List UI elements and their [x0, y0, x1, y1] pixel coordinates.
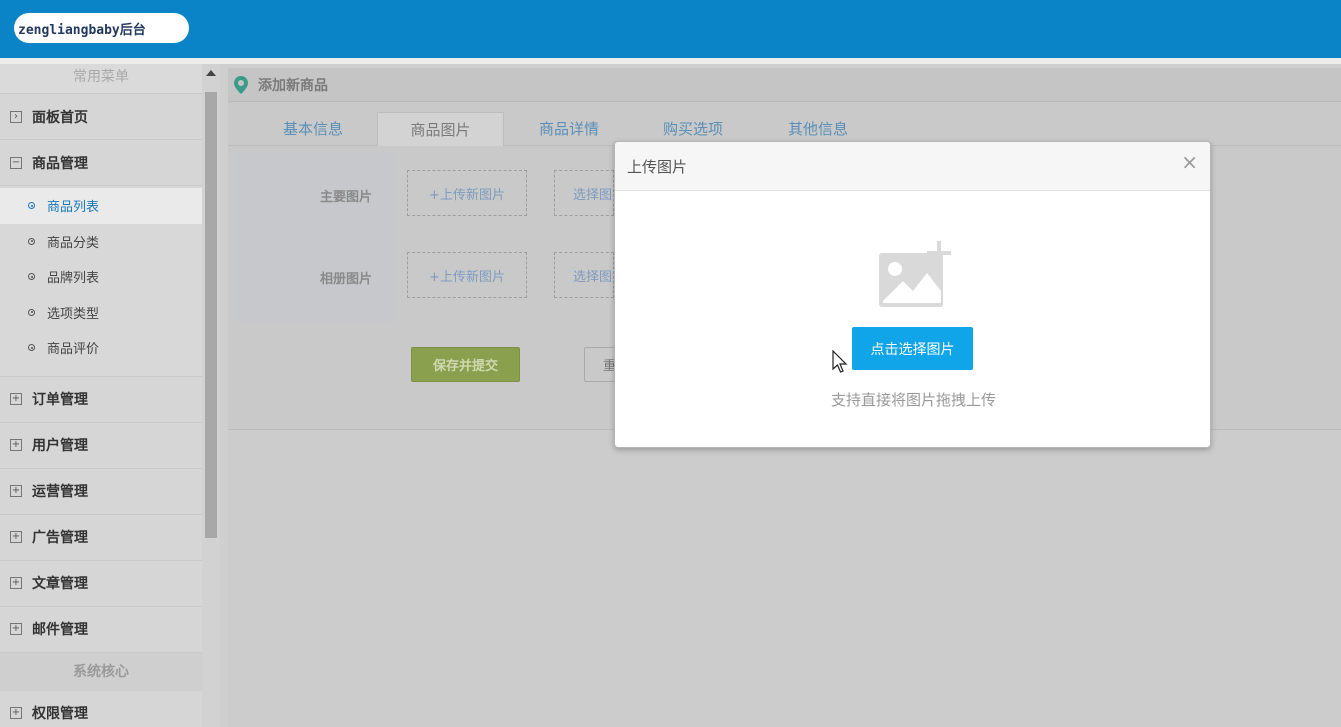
- tab-basic-info[interactable]: 基本信息: [258, 112, 368, 146]
- sidebar-item-permissions[interactable]: + 权限管理: [0, 690, 202, 727]
- submenu-item-product-list[interactable]: 商品列表: [0, 188, 202, 224]
- sidebar-item-label: 权限管理: [32, 706, 88, 722]
- sidebar-item-users[interactable]: + 用户管理: [0, 422, 202, 469]
- bullet-icon: [28, 273, 35, 281]
- select-main-image-button[interactable]: 选择图: [554, 170, 614, 216]
- select-gallery-image-button[interactable]: 选择图: [554, 252, 614, 298]
- bullet-icon: [28, 344, 35, 352]
- sidebar-item-orders[interactable]: + 订单管理: [0, 376, 202, 423]
- close-icon[interactable]: ×: [1181, 152, 1198, 172]
- modal-header: 上传图片 ×: [615, 142, 1210, 191]
- sidebar-item-label: 广告管理: [32, 530, 88, 546]
- submenu-item-option-type[interactable]: 选项类型: [0, 295, 202, 331]
- collapse-box-icon: −: [10, 156, 22, 169]
- plus-box-icon: +: [10, 439, 22, 451]
- sidebar-title: 常用菜单: [0, 64, 202, 94]
- sidebar-item-articles[interactable]: + 文章管理: [0, 560, 202, 607]
- save-submit-button[interactable]: 保存并提交: [411, 347, 520, 382]
- products-submenu: 商品列表 商品分类 品牌列表 选项类型 商品评价: [0, 186, 202, 377]
- top-header: zengliangbaby后台: [0, 0, 1341, 58]
- sidebar-item-dashboard[interactable]: › 面板首页: [0, 94, 202, 140]
- sidebar-item-label: 邮件管理: [32, 622, 88, 638]
- sidebar-item-label: 用户管理: [32, 438, 88, 454]
- drag-drop-hint: 支持直接将图片拖拽上传: [830, 391, 996, 409]
- submenu-item-category[interactable]: 商品分类: [0, 224, 202, 260]
- plus-box-icon: +: [10, 707, 22, 719]
- sidebar-section-title: 系统核心: [0, 652, 202, 691]
- bullet-icon: [28, 202, 35, 210]
- main-image-label: 主要图片: [320, 190, 373, 205]
- sidebar: 常用菜单 › 面板首页 − 商品管理 商品列表 商品分类 品牌列表 选项类型 商…: [0, 64, 220, 727]
- scroll-up-arrow-icon[interactable]: [206, 70, 216, 76]
- sidebar-item-label: 订单管理: [32, 392, 88, 408]
- expand-box-icon: ›: [10, 110, 22, 123]
- submenu-label: 商品分类: [47, 235, 100, 251]
- mouse-cursor-icon: [832, 350, 848, 373]
- submenu-label: 品牌列表: [47, 271, 100, 287]
- submenu-label: 选项类型: [47, 306, 100, 322]
- sidebar-item-operations[interactable]: + 运营管理: [0, 468, 202, 515]
- plus-box-icon: +: [10, 577, 22, 589]
- submenu-item-reviews[interactable]: 商品评价: [0, 330, 202, 366]
- modal-title: 上传图片: [627, 157, 688, 176]
- sidebar-item-products[interactable]: − 商品管理: [0, 140, 202, 186]
- upload-main-image-button[interactable]: +上传新图片: [407, 170, 527, 216]
- plus-box-icon: +: [10, 393, 22, 405]
- sidebar-item-mail[interactable]: + 邮件管理: [0, 606, 202, 653]
- tab-product-details[interactable]: 商品详情: [514, 112, 624, 146]
- scrollbar-thumb[interactable]: [205, 92, 217, 538]
- gallery-image-label: 相册图片: [320, 272, 373, 287]
- sidebar-scrollbar[interactable]: [202, 64, 220, 727]
- bullet-icon: [28, 237, 35, 245]
- breadcrumb: 添加新商品: [228, 68, 1341, 102]
- upload-image-modal: 上传图片 × 点击选择图片 支持直接将图片拖拽上传: [614, 141, 1211, 448]
- sidebar-menu: 常用菜单 › 面板首页 − 商品管理 商品列表 商品分类 品牌列表 选项类型 商…: [0, 64, 202, 727]
- tab-product-images[interactable]: 商品图片: [377, 112, 504, 146]
- sidebar-item-ads[interactable]: + 广告管理: [0, 514, 202, 561]
- submenu-label: 商品列表: [47, 200, 100, 216]
- submenu-label: 商品评价: [47, 342, 100, 358]
- label-column-bg: [236, 152, 396, 322]
- sidebar-item-label: 文章管理: [32, 576, 88, 592]
- sidebar-item-label: 运营管理: [32, 484, 88, 500]
- sidebar-item-label: 面板首页: [32, 109, 88, 126]
- bullet-icon: [28, 308, 35, 316]
- sidebar-item-label: 商品管理: [32, 155, 88, 172]
- page-title: 添加新商品: [258, 77, 328, 94]
- add-image-icon: [879, 241, 951, 307]
- upload-gallery-image-button[interactable]: +上传新图片: [407, 252, 527, 298]
- choose-image-button[interactable]: 点击选择图片: [852, 327, 973, 370]
- plus-box-icon: +: [10, 623, 22, 635]
- plus-box-icon: +: [10, 531, 22, 543]
- plus-box-icon: +: [10, 485, 22, 497]
- location-pin-icon: [234, 75, 248, 94]
- submenu-item-brand-list[interactable]: 品牌列表: [0, 259, 202, 295]
- brand-logo[interactable]: zengliangbaby后台: [14, 13, 189, 43]
